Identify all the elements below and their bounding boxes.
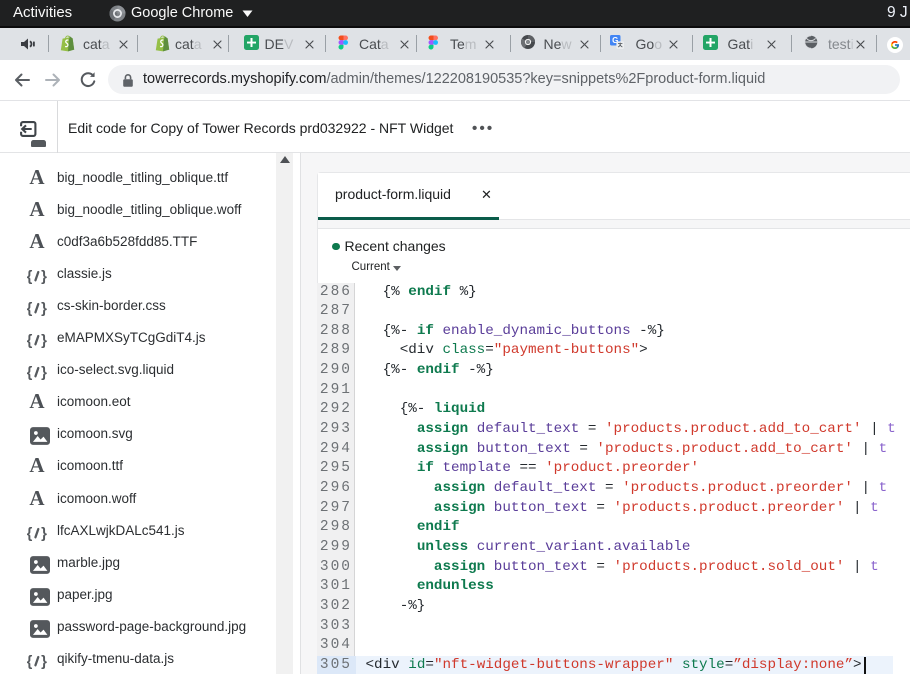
svg-text:}: } [41,332,47,349]
svg-text:{: { [27,653,33,670]
svg-text:{: { [27,364,33,381]
svg-text:{: { [27,300,33,317]
svg-text:{: { [27,525,33,542]
svg-text:}: } [41,364,47,381]
svg-text:}: } [41,268,47,285]
svg-text:{: { [27,268,33,285]
svg-text:}: } [41,653,47,670]
svg-text:{: { [27,332,33,349]
svg-text:}: } [41,525,47,542]
svg-text:}: } [41,300,47,317]
